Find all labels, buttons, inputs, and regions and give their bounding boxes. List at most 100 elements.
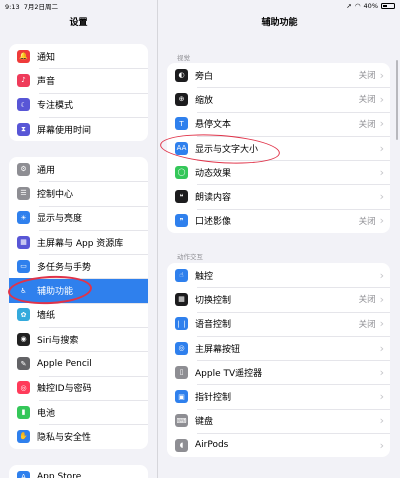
- text-size-icon: AA: [175, 141, 188, 155]
- audio-desc-icon: ❞: [175, 214, 188, 228]
- sidebar-item-label: 墙纸: [37, 311, 56, 322]
- sidebar-item-label: 通用: [37, 165, 56, 176]
- sidebar-item-pencil[interactable]: ✎ Apple Pencil: [9, 351, 148, 375]
- zoom-icon: ⊕: [175, 92, 188, 106]
- sidebar-item-label: 触控ID与密码: [37, 384, 92, 395]
- spoken-icon: ❝: [175, 190, 188, 204]
- chevron-right-icon: ›: [379, 365, 384, 379]
- sidebar-item-label: App Store: [37, 472, 82, 478]
- chevron-right-icon: ›: [379, 317, 384, 331]
- sidebar-item-hand[interactable]: ✋ 隐私与安全性: [9, 424, 148, 448]
- setting-value: 关闭: [358, 319, 376, 330]
- sidebar-item-label: 通知: [37, 52, 56, 63]
- chevron-right-icon: ›: [379, 68, 384, 82]
- sidebar-item-fingerprint[interactable]: ◎ 触控ID与密码: [9, 375, 148, 400]
- chevron-right-icon: ›: [379, 438, 384, 452]
- settings-sidebar: 设置 🔔 通知 ♪ 声音 ☾ 专注模式 ⧗ 屏幕使用时间 ⚙ 通用 ☰ 控制中心 ☀ 显示与亮度 ▦ 主屏幕…: [0, 0, 158, 478]
- battery-icon: ▮: [17, 405, 30, 419]
- sidebar-item-label: 屏幕使用时间: [37, 125, 92, 136]
- setting-value: 关闭: [358, 119, 376, 130]
- sidebar-item-switches[interactable]: ☰ 控制中心: [9, 181, 148, 205]
- setting-value: 关闭: [358, 295, 376, 306]
- setting-label: 语音控制: [195, 320, 232, 331]
- setting-label: 朗读内容: [195, 193, 232, 204]
- brightness-icon: ☀: [17, 211, 30, 225]
- setting-row-zoom[interactable]: ⊕ 缩放 关闭 ›: [167, 87, 390, 111]
- setting-row-voice-control[interactable]: ❘❘ 语音控制 关闭 ›: [167, 311, 390, 336]
- setting-row-keyboard[interactable]: ⌨ 键盘 ›: [167, 408, 390, 433]
- sidebar-item-label: Apple Pencil: [37, 358, 92, 369]
- chevron-right-icon: ›: [379, 341, 384, 355]
- setting-label: 旁白: [195, 71, 214, 82]
- keyboard-icon: ⌨: [175, 414, 188, 428]
- setting-row-switch-control[interactable]: ▦ 切换控制 关闭 ›: [167, 287, 390, 311]
- vision-group: ◐ 旁白 关闭 › ⊕ 缩放 关闭 › T 悬停文本 关闭 › AA 显示与文字大小 › ◯ 动态效果 › ❝ 朗读内…: [167, 63, 390, 234]
- siri-icon: ◉: [17, 332, 30, 346]
- setting-row-text-size[interactable]: AA 显示与文字大小 ›: [167, 135, 390, 160]
- chevron-right-icon: ›: [379, 414, 384, 428]
- setting-label: 悬停文本: [195, 120, 232, 131]
- sidebar-item-label: 主屏幕与 App 资源库: [37, 238, 124, 249]
- pencil-icon: ✎: [17, 357, 30, 371]
- setting-row-motion[interactable]: ◯ 动态效果 ›: [167, 160, 390, 184]
- motion-icon: ◯: [175, 165, 188, 179]
- setting-row-remote[interactable]: ▯ Apple TV遥控器 ›: [167, 360, 390, 384]
- setting-row-voiceover[interactable]: ◐ 旁白 关闭 ›: [167, 63, 390, 87]
- sidebar-item-flower[interactable]: ✿ 墙纸: [9, 302, 148, 327]
- setting-value: 关闭: [358, 216, 376, 227]
- setting-row-airpods[interactable]: ◖ AirPods ›: [167, 433, 390, 457]
- flower-icon: ✿: [17, 308, 30, 322]
- gear-icon: ⚙: [17, 162, 30, 176]
- speaker-icon: ♪: [17, 73, 30, 87]
- setting-label: Apple TV遥控器: [195, 368, 263, 379]
- chevron-right-icon: ›: [379, 268, 384, 282]
- sidebar-item-label: 声音: [37, 76, 56, 87]
- chevron-right-icon: ›: [379, 292, 384, 306]
- sidebar-item-brightness[interactable]: ☀ 显示与亮度: [9, 205, 148, 230]
- setting-label: 缩放: [195, 95, 214, 106]
- setting-row-touch[interactable]: ☝ 触控 ›: [167, 263, 390, 287]
- battery-percent: 40%: [363, 2, 378, 10]
- sidebar-item-label: Siri与搜索: [37, 335, 79, 346]
- chevron-right-icon: ›: [379, 390, 384, 404]
- sidebar-item-battery[interactable]: ▮ 电池: [9, 399, 148, 424]
- multitask-icon: ▭: [17, 259, 30, 273]
- setting-row-hover-text[interactable]: T 悬停文本 关闭 ›: [167, 111, 390, 136]
- sidebar-item-gear[interactable]: ⚙ 通用: [9, 157, 148, 181]
- sidebar-item-accessibility[interactable]: ♿ 辅助功能: [9, 278, 148, 303]
- sidebar-item-grid[interactable]: ▦ 主屏幕与 App 资源库: [9, 229, 148, 254]
- setting-row-spoken[interactable]: ❝ 朗读内容 ›: [167, 184, 390, 208]
- accessibility-title: 辅助功能: [261, 18, 298, 28]
- sidebar-item-multitask[interactable]: ▭ 多任务与手势: [9, 254, 148, 278]
- scrollbar[interactable]: [396, 60, 398, 140]
- setting-row-audio-desc[interactable]: ❞ 口述影像 关闭 ›: [167, 208, 390, 233]
- interaction-group: ☝ 触控 › ▦ 切换控制 关闭 › ❘❘ 语音控制 关闭 › ◎ 主屏幕按钮 › ▯ Apple TV遥控器…: [167, 263, 390, 458]
- chevron-right-icon: ›: [379, 165, 384, 179]
- sidebar-item-moon[interactable]: ☾ 专注模式: [9, 92, 148, 117]
- switches-icon: ☰: [17, 186, 30, 200]
- grid-icon: ▦: [17, 235, 30, 249]
- touch-icon: ☝: [175, 268, 188, 282]
- chevron-right-icon: ›: [379, 214, 384, 228]
- hover-text-icon: T: [175, 117, 188, 131]
- hourglass-icon: ⧗: [17, 122, 30, 136]
- wifi-icon: ◠: [354, 2, 361, 10]
- sidebar-item-speaker[interactable]: ♪ 声音: [9, 68, 148, 92]
- voice-control-icon: ❘❘: [175, 317, 188, 331]
- setting-row-pointer[interactable]: ▣ 指针控制 ›: [167, 384, 390, 408]
- sidebar-item-appstore[interactable]: A App Store: [9, 465, 148, 478]
- home-button-icon: ◎: [175, 341, 188, 355]
- sidebar-item-bell[interactable]: 🔔 通知: [9, 44, 148, 68]
- sidebar-item-hourglass[interactable]: ⧗ 屏幕使用时间: [9, 116, 148, 141]
- setting-label: AirPods: [195, 440, 229, 451]
- status-right: ➚ ◠ 40%: [346, 2, 395, 10]
- voiceover-icon: ◐: [175, 68, 188, 82]
- setting-row-home-button[interactable]: ◎ 主屏幕按钮 ›: [167, 335, 390, 360]
- battery-icon: [381, 3, 395, 9]
- appstore-icon: A: [17, 470, 30, 478]
- setting-label: 动态效果: [195, 168, 232, 179]
- setting-label: 切换控制: [195, 295, 232, 306]
- chevron-right-icon: ›: [379, 117, 384, 131]
- sidebar-item-siri[interactable]: ◉ Siri与搜索: [9, 327, 148, 351]
- chevron-right-icon: ›: [379, 141, 384, 155]
